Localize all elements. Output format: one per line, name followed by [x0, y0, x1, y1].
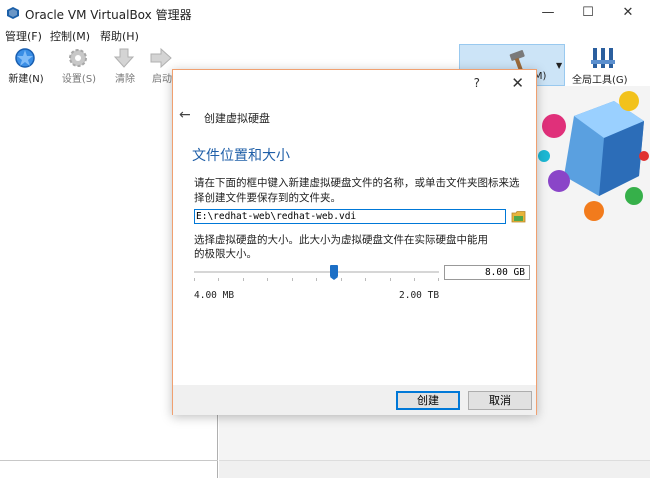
- new-label: 新建(N): [8, 74, 44, 85]
- help-button[interactable]: ?: [474, 76, 480, 90]
- slider-ticks: [194, 278, 439, 282]
- minimize-button[interactable]: —: [530, 0, 566, 26]
- section-title: 文件位置和大小: [192, 148, 290, 164]
- virtualbox-logo-icon: [7, 7, 19, 19]
- settings-button[interactable]: 设置(S): [54, 44, 104, 86]
- start-arrow-icon: [150, 47, 172, 69]
- menu-help[interactable]: 帮助(H): [100, 28, 139, 44]
- gear-icon: [69, 49, 87, 67]
- divider: [0, 460, 218, 461]
- dialog-heading: 创建虚拟硬盘: [204, 112, 270, 125]
- cancel-button[interactable]: 取消: [468, 391, 532, 410]
- maximize-button[interactable]: ☐: [570, 0, 606, 26]
- min-size-label: 4.00 MB: [194, 290, 235, 301]
- create-button[interactable]: 创建: [396, 391, 460, 410]
- close-window-button[interactable]: ✕: [610, 0, 646, 26]
- global-tools-label: 全局工具(G): [572, 75, 628, 86]
- back-button[interactable]: ←: [179, 107, 191, 123]
- file-location-input[interactable]: E:\redhat-web\redhat-web.vdi: [194, 209, 506, 224]
- size-description: 选择虚拟硬盘的大小。此大小为虚拟硬盘文件在实际硬盘中能用的极限大小。: [194, 234, 488, 260]
- new-button[interactable]: 新建(N): [1, 44, 51, 86]
- dialog-footer: 创建 取消: [173, 385, 536, 415]
- dialog-close-button[interactable]: ✕: [511, 74, 524, 92]
- create-virtual-disk-dialog: ? ✕ ← 创建虚拟硬盘 文件位置和大小 请在下面的框中键入新建虚拟硬盘文件的名…: [172, 69, 537, 415]
- window-title: Oracle VM VirtualBox 管理器: [25, 8, 192, 22]
- slider-handle[interactable]: [330, 265, 338, 280]
- welcome-artwork-icon: [538, 91, 649, 221]
- slider-track: [194, 271, 439, 273]
- disk-size-input[interactable]: 8.00 GB: [444, 265, 530, 280]
- discard-arrow-icon: [113, 48, 135, 68]
- window-titlebar: Oracle VM VirtualBox 管理器 — ☐ ✕: [0, 0, 650, 26]
- global-tools-icon: [591, 48, 615, 68]
- menu-machine[interactable]: 控制(M): [50, 28, 90, 44]
- menu-bar: 管理(F) 控制(M) 帮助(H): [0, 26, 650, 44]
- machine-tools-dropdown-icon[interactable]: ▼: [556, 61, 562, 70]
- new-vm-icon: [15, 48, 35, 68]
- status-bar: [219, 460, 650, 478]
- location-description: 请在下面的框中键入新建虚拟硬盘文件的名称，或单击文件夹图标来选择创建文件要保存到…: [194, 177, 520, 204]
- menu-file[interactable]: 管理(F): [5, 28, 42, 44]
- max-size-label: 2.00 TB: [399, 290, 440, 301]
- folder-icon[interactable]: [511, 210, 526, 223]
- dialog-titlebar: ? ✕: [173, 70, 536, 96]
- settings-label: 设置(S): [61, 74, 97, 85]
- global-tools-button[interactable]: 全局工具(G): [566, 44, 642, 86]
